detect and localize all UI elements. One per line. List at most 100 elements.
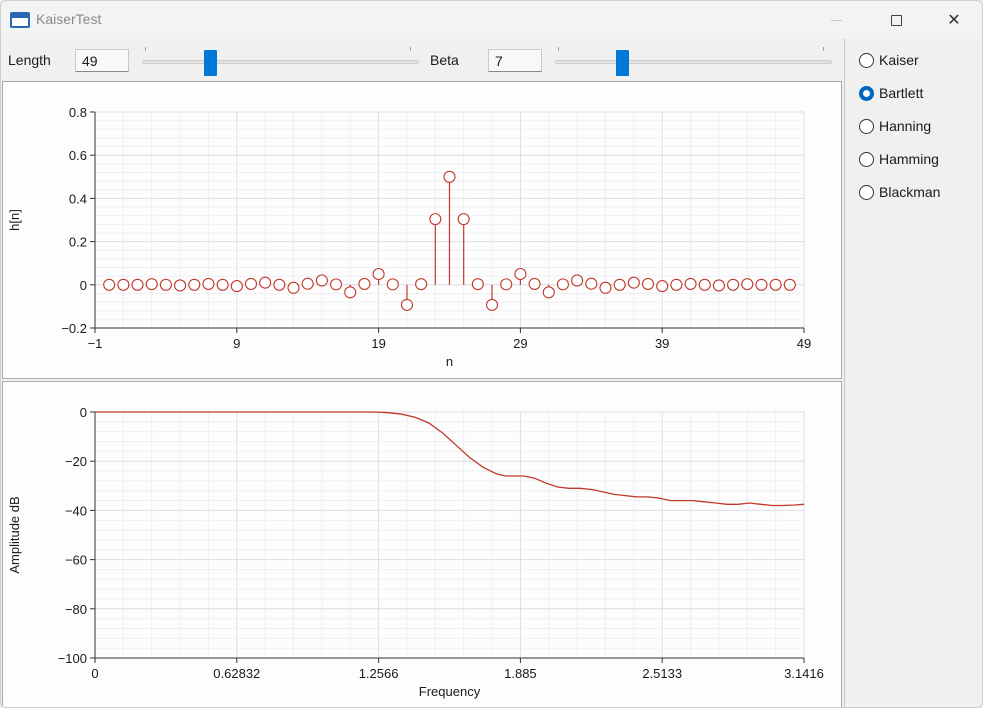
maximize-icon	[890, 14, 902, 26]
radio-hanning[interactable]: Hanning	[859, 116, 931, 136]
maximize-button[interactable]	[873, 1, 919, 39]
stem-marker	[330, 278, 343, 291]
stem-marker	[769, 278, 782, 291]
stem-marker	[117, 278, 130, 291]
x-tick-label: 2.5133	[642, 666, 682, 681]
stem-marker	[698, 278, 711, 291]
x-axis-label: n	[446, 354, 453, 369]
stem-marker	[315, 274, 328, 287]
title-bar[interactable]: KaiserTest ✕	[1, 1, 982, 39]
frequency-response-chart: 0 0.62832 1.2566 1.885 2.5133 3.1416 −100 −80 −6…	[7, 405, 824, 699]
stem-marker	[783, 278, 796, 291]
beta-slider-thumb[interactable]	[616, 50, 629, 76]
stem-marker	[159, 278, 172, 291]
amplitude-line	[95, 411, 805, 507]
stem-marker	[174, 279, 187, 292]
x-axis-label: Frequency	[419, 684, 481, 699]
y-tick-label: −60	[65, 553, 87, 568]
stem-marker	[514, 267, 527, 281]
y-tick-label: 0	[80, 405, 87, 420]
y-tick-label: 0	[80, 278, 87, 293]
stem-marker	[216, 278, 229, 291]
stem-marker	[103, 278, 116, 291]
radio-label: Kaiser	[879, 52, 919, 68]
x-tick-label: 3.1416	[784, 666, 824, 681]
stem-marker	[500, 278, 513, 291]
length-input[interactable]: 49	[75, 49, 129, 72]
y-axis-label: Amplitude dB	[7, 496, 22, 573]
stem-marker	[528, 277, 541, 290]
stem-marker	[485, 298, 499, 311]
x-tick-label: 1.2566	[359, 666, 399, 681]
x-tick-label: 0	[91, 666, 98, 681]
radio-indicator[interactable]	[859, 184, 874, 200]
app-window-icon	[10, 12, 30, 28]
stem-marker	[727, 278, 740, 291]
stem-marker	[712, 279, 725, 292]
beta-slider-track[interactable]	[555, 60, 832, 64]
close-button[interactable]: ✕	[931, 1, 977, 39]
radio-indicator[interactable]	[859, 151, 874, 167]
stem-marker	[244, 277, 258, 290]
slider-tick	[145, 47, 146, 51]
stem-marker	[287, 281, 300, 294]
stem-marker	[145, 278, 158, 291]
minimize-icon	[830, 19, 842, 21]
x-tick-label: 49	[797, 336, 811, 351]
radio-label: Hamming	[879, 151, 939, 167]
length-slider[interactable]	[142, 47, 419, 76]
stem-marker	[202, 277, 215, 290]
stem-marker	[259, 276, 272, 289]
beta-slider[interactable]	[555, 47, 832, 76]
y-tick-label: 0.8	[69, 105, 87, 120]
frequency-response-plot: 0 0.62832 1.2566 1.885 2.5133 3.1416 −100 −80 −6…	[2, 381, 842, 707]
stem-marker	[301, 277, 314, 290]
radio-indicator-selected[interactable]	[859, 85, 874, 101]
stem-marker	[358, 277, 371, 290]
impulse-response-plot: −1 9 19 29 39 49 −0.2 0 0.2 0.4 0.6 0.8 n h[n]	[2, 81, 842, 379]
stem-marker	[415, 278, 428, 291]
radio-label: Blackman	[879, 184, 941, 200]
slider-tick	[410, 47, 411, 51]
stem-marker	[755, 278, 768, 291]
radio-kaiser[interactable]: Kaiser	[859, 50, 919, 70]
radio-label: Hanning	[879, 118, 932, 134]
radio-indicator[interactable]	[859, 118, 874, 134]
window-title: KaiserTest	[36, 11, 102, 27]
stem-marker	[372, 267, 385, 281]
stem-marker	[131, 278, 144, 291]
x-tick-label: 0.62832	[213, 666, 260, 681]
beta-input[interactable]: 7	[488, 49, 542, 72]
y-tick-label: −40	[65, 503, 87, 518]
stem-marker	[656, 280, 669, 293]
radio-blackman[interactable]: Blackman	[859, 182, 940, 202]
stem-marker	[344, 286, 357, 299]
y-tick-label: −80	[65, 602, 87, 617]
radio-indicator[interactable]	[859, 52, 874, 68]
y-tick-label: 0.6	[69, 148, 87, 163]
stem-marker	[230, 280, 243, 293]
stem-marker	[273, 278, 286, 291]
stem-marker	[613, 278, 626, 291]
minimize-button[interactable]	[813, 1, 859, 39]
length-slider-track[interactable]	[142, 60, 419, 64]
y-tick-label: 0.2	[69, 235, 87, 250]
slider-tick	[823, 47, 824, 51]
stem-marker	[641, 277, 655, 290]
length-slider-thumb[interactable]	[204, 50, 217, 76]
radio-bartlett[interactable]: Bartlett	[859, 83, 923, 103]
stem-marker	[670, 278, 683, 291]
stem-marker	[386, 278, 399, 291]
stem-marker	[585, 277, 598, 290]
y-tick-label: −20	[65, 454, 87, 469]
stem-marker	[599, 281, 612, 294]
stem-marker	[542, 286, 555, 299]
y-tick-label: 0.4	[69, 191, 87, 206]
radio-hamming[interactable]: Hamming	[859, 149, 939, 169]
stem-marker	[571, 274, 584, 287]
kaiser-test-window: KaiserTest ✕ Length 49 Beta 7 Kaiser Bar…	[0, 0, 983, 708]
y-tick-label: −100	[58, 651, 87, 666]
x-tick-label: 9	[233, 336, 240, 351]
slider-tick	[558, 47, 559, 51]
stem-marker	[400, 298, 414, 311]
